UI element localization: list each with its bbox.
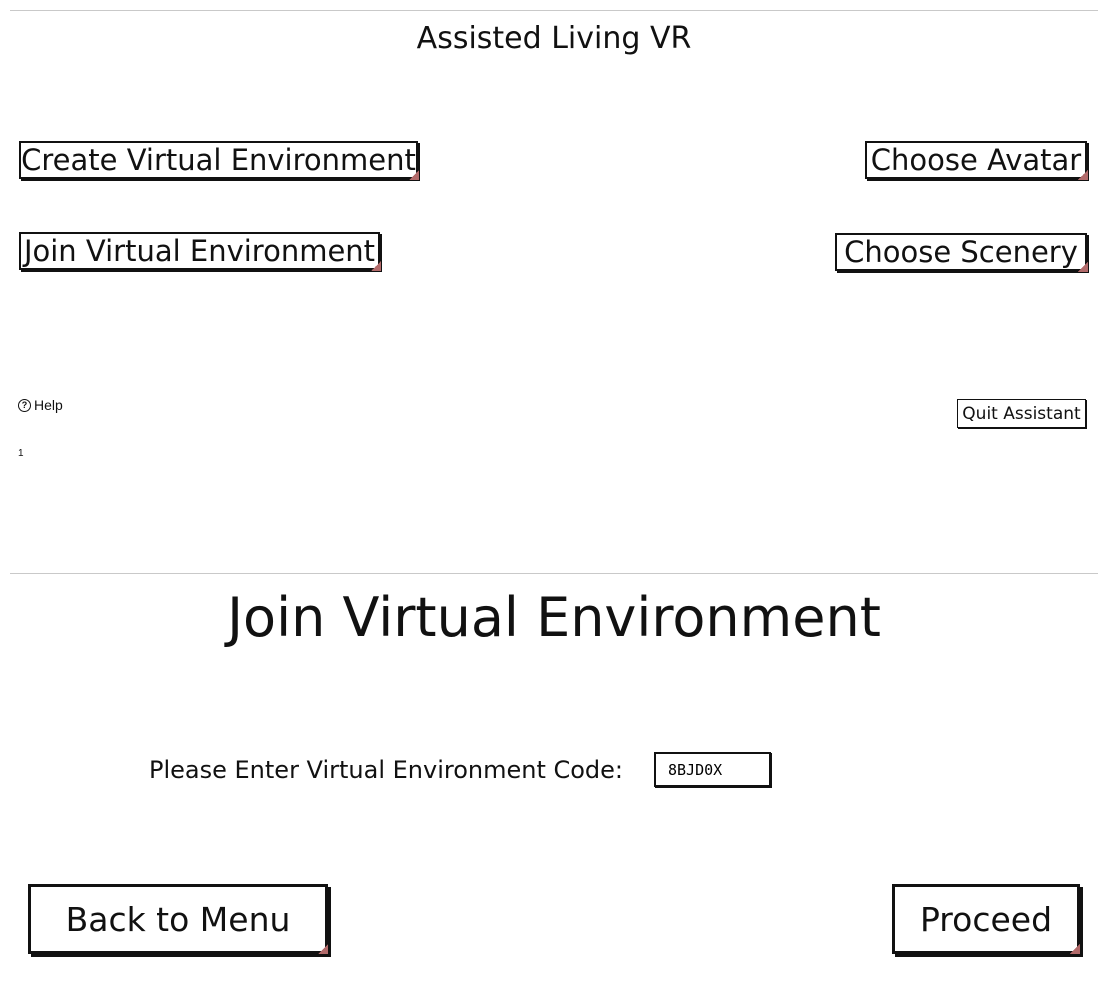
proceed-button[interactable]: Proceed <box>892 884 1080 954</box>
environment-code-label: Please Enter Virtual Environment Code: <box>149 756 624 784</box>
choose-scenery-button[interactable]: Choose Scenery <box>835 233 1088 272</box>
join-virtual-environment-label: Join Virtual Environment <box>23 234 376 268</box>
button-corner-marker <box>1078 262 1088 272</box>
join-environment-panel: Join Virtual Environment Please Enter Vi… <box>10 573 1098 986</box>
main-menu-panel: Assisted Living VR Create Virtual Enviro… <box>10 10 1098 476</box>
button-corner-marker <box>1070 944 1080 954</box>
quit-assistant-button[interactable]: Quit Assistant <box>957 399 1086 428</box>
page-title: Join Virtual Environment <box>227 586 881 649</box>
button-corner-marker <box>1078 170 1088 180</box>
button-corner-marker <box>371 261 381 271</box>
button-corner-marker <box>409 170 419 180</box>
quit-assistant-label: Quit Assistant <box>962 403 1081 424</box>
back-to-menu-button[interactable]: Back to Menu <box>28 884 328 954</box>
create-virtual-environment-button[interactable]: Create Virtual Environment <box>19 141 419 180</box>
choose-avatar-button[interactable]: Choose Avatar <box>865 141 1088 180</box>
choose-avatar-label: Choose Avatar <box>870 143 1082 177</box>
join-virtual-environment-button[interactable]: Join Virtual Environment <box>19 232 381 271</box>
button-corner-marker <box>318 944 328 954</box>
page-number: 1 <box>18 448 24 459</box>
app-title: Assisted Living VR <box>416 21 692 56</box>
help-link[interactable]: ? Help <box>18 397 63 413</box>
back-to-menu-label: Back to Menu <box>65 899 291 939</box>
choose-scenery-label: Choose Scenery <box>844 235 1078 269</box>
help-label: Help <box>34 397 63 413</box>
environment-code-input[interactable] <box>654 752 771 787</box>
create-virtual-environment-label: Create Virtual Environment <box>21 143 416 177</box>
proceed-label: Proceed <box>919 899 1053 939</box>
help-icon: ? <box>18 398 31 412</box>
